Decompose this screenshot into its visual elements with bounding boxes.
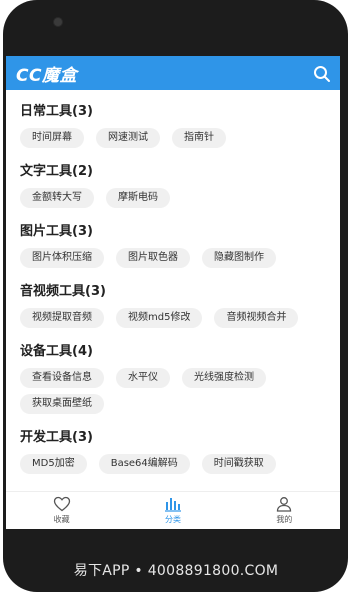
chip-group: 视频提取音频 视频md5修改 音频视频合并 [20,308,326,334]
chip-group: 时间屏幕 网速测试 指南针 [20,128,326,154]
tool-chip[interactable]: 获取桌面壁纸 [20,394,104,414]
tool-chip[interactable]: 音频视频合并 [214,308,299,328]
tool-chip[interactable]: 光线强度检测 [182,368,266,388]
nav-item-favorites[interactable]: 收藏 [6,492,117,529]
tool-chip[interactable]: Base64编解码 [98,454,190,474]
section-device-tools: 设备工具(4) 查看设备信息 水平仪 光线强度检测 获取桌面壁纸 [20,342,326,420]
tool-chip[interactable]: 时间屏幕 [20,128,84,148]
heart-icon [53,496,71,512]
section-title: 日常工具(3) [20,104,93,119]
section-title: 图片工具(3) [20,224,93,239]
tool-categories: 日常工具(3) 时间屏幕 网速测试 指南针 文字工具(2) 金额转大写 摩斯电码 [6,90,340,480]
page: CC魔盒 日常工具(3) 时间屏幕 网速测试 指南针 文字工具(2) 金额转大写… [0,0,352,592]
chip-group: 金额转大写 摩斯电码 [20,188,326,214]
nav-item-profile[interactable]: 我的 [229,492,340,529]
camera-dot [53,17,63,27]
tool-chip[interactable]: 视频提取音频 [20,308,104,328]
bottom-nav: 收藏 分类 我的 [6,491,340,529]
section-title: 文字工具(2) [20,164,93,179]
nav-label: 我的 [276,515,293,524]
tool-chip[interactable]: 摩斯电码 [106,188,170,208]
tool-chip[interactable]: 金额转大写 [20,188,94,208]
nav-label: 分类 [164,515,181,524]
chip-group: MD5加密 Base64编解码 时间戳获取 [20,454,326,480]
app-title: CC魔盒 [16,65,77,86]
nav-item-category[interactable]: 分类 [117,492,228,529]
tool-chip[interactable]: 网速测试 [96,128,160,148]
section-text-tools: 文字工具(2) 金额转大写 摩斯电码 [20,162,326,214]
tool-chip[interactable]: 隐藏图制作 [202,248,276,268]
tool-chip[interactable]: 时间戳获取 [201,454,276,474]
app-bar: CC魔盒 [6,56,340,90]
section-title: 开发工具(3) [20,430,93,445]
tool-chip[interactable]: 图片体积压缩 [20,248,104,268]
section-daily-tools: 日常工具(3) 时间屏幕 网速测试 指南针 [20,102,326,154]
category-chart-icon [164,496,182,512]
app-screen: CC魔盒 日常工具(3) 时间屏幕 网速测试 指南针 文字工具(2) 金额转大写… [6,56,340,529]
section-title: 音视频工具(3) [20,284,106,299]
tool-chip[interactable]: 图片取色器 [116,248,190,268]
phone-frame: CC魔盒 日常工具(3) 时间屏幕 网速测试 指南针 文字工具(2) 金额转大写… [3,0,348,592]
tool-chip[interactable]: MD5加密 [20,454,87,474]
search-icon[interactable] [312,64,332,84]
section-av-tools: 音视频工具(3) 视频提取音频 视频md5修改 音频视频合并 [20,282,326,334]
chip-group: 图片体积压缩 图片取色器 隐藏图制作 [20,248,326,274]
chip-group: 查看设备信息 水平仪 光线强度检测 获取桌面壁纸 [20,368,326,420]
section-title: 设备工具(4) [20,344,93,359]
section-image-tools: 图片工具(3) 图片体积压缩 图片取色器 隐藏图制作 [20,222,326,274]
section-dev-tools: 开发工具(3) MD5加密 Base64编解码 时间戳获取 [20,428,326,480]
tool-chip[interactable]: 查看设备信息 [20,368,104,388]
tool-chip[interactable]: 视频md5修改 [116,308,203,328]
tool-chip[interactable]: 指南针 [172,128,226,148]
watermark-text: 易下APP • 4008891800.COM [73,563,279,579]
tool-chip[interactable]: 水平仪 [116,368,170,388]
user-icon [275,496,293,512]
nav-label: 收藏 [53,515,70,524]
